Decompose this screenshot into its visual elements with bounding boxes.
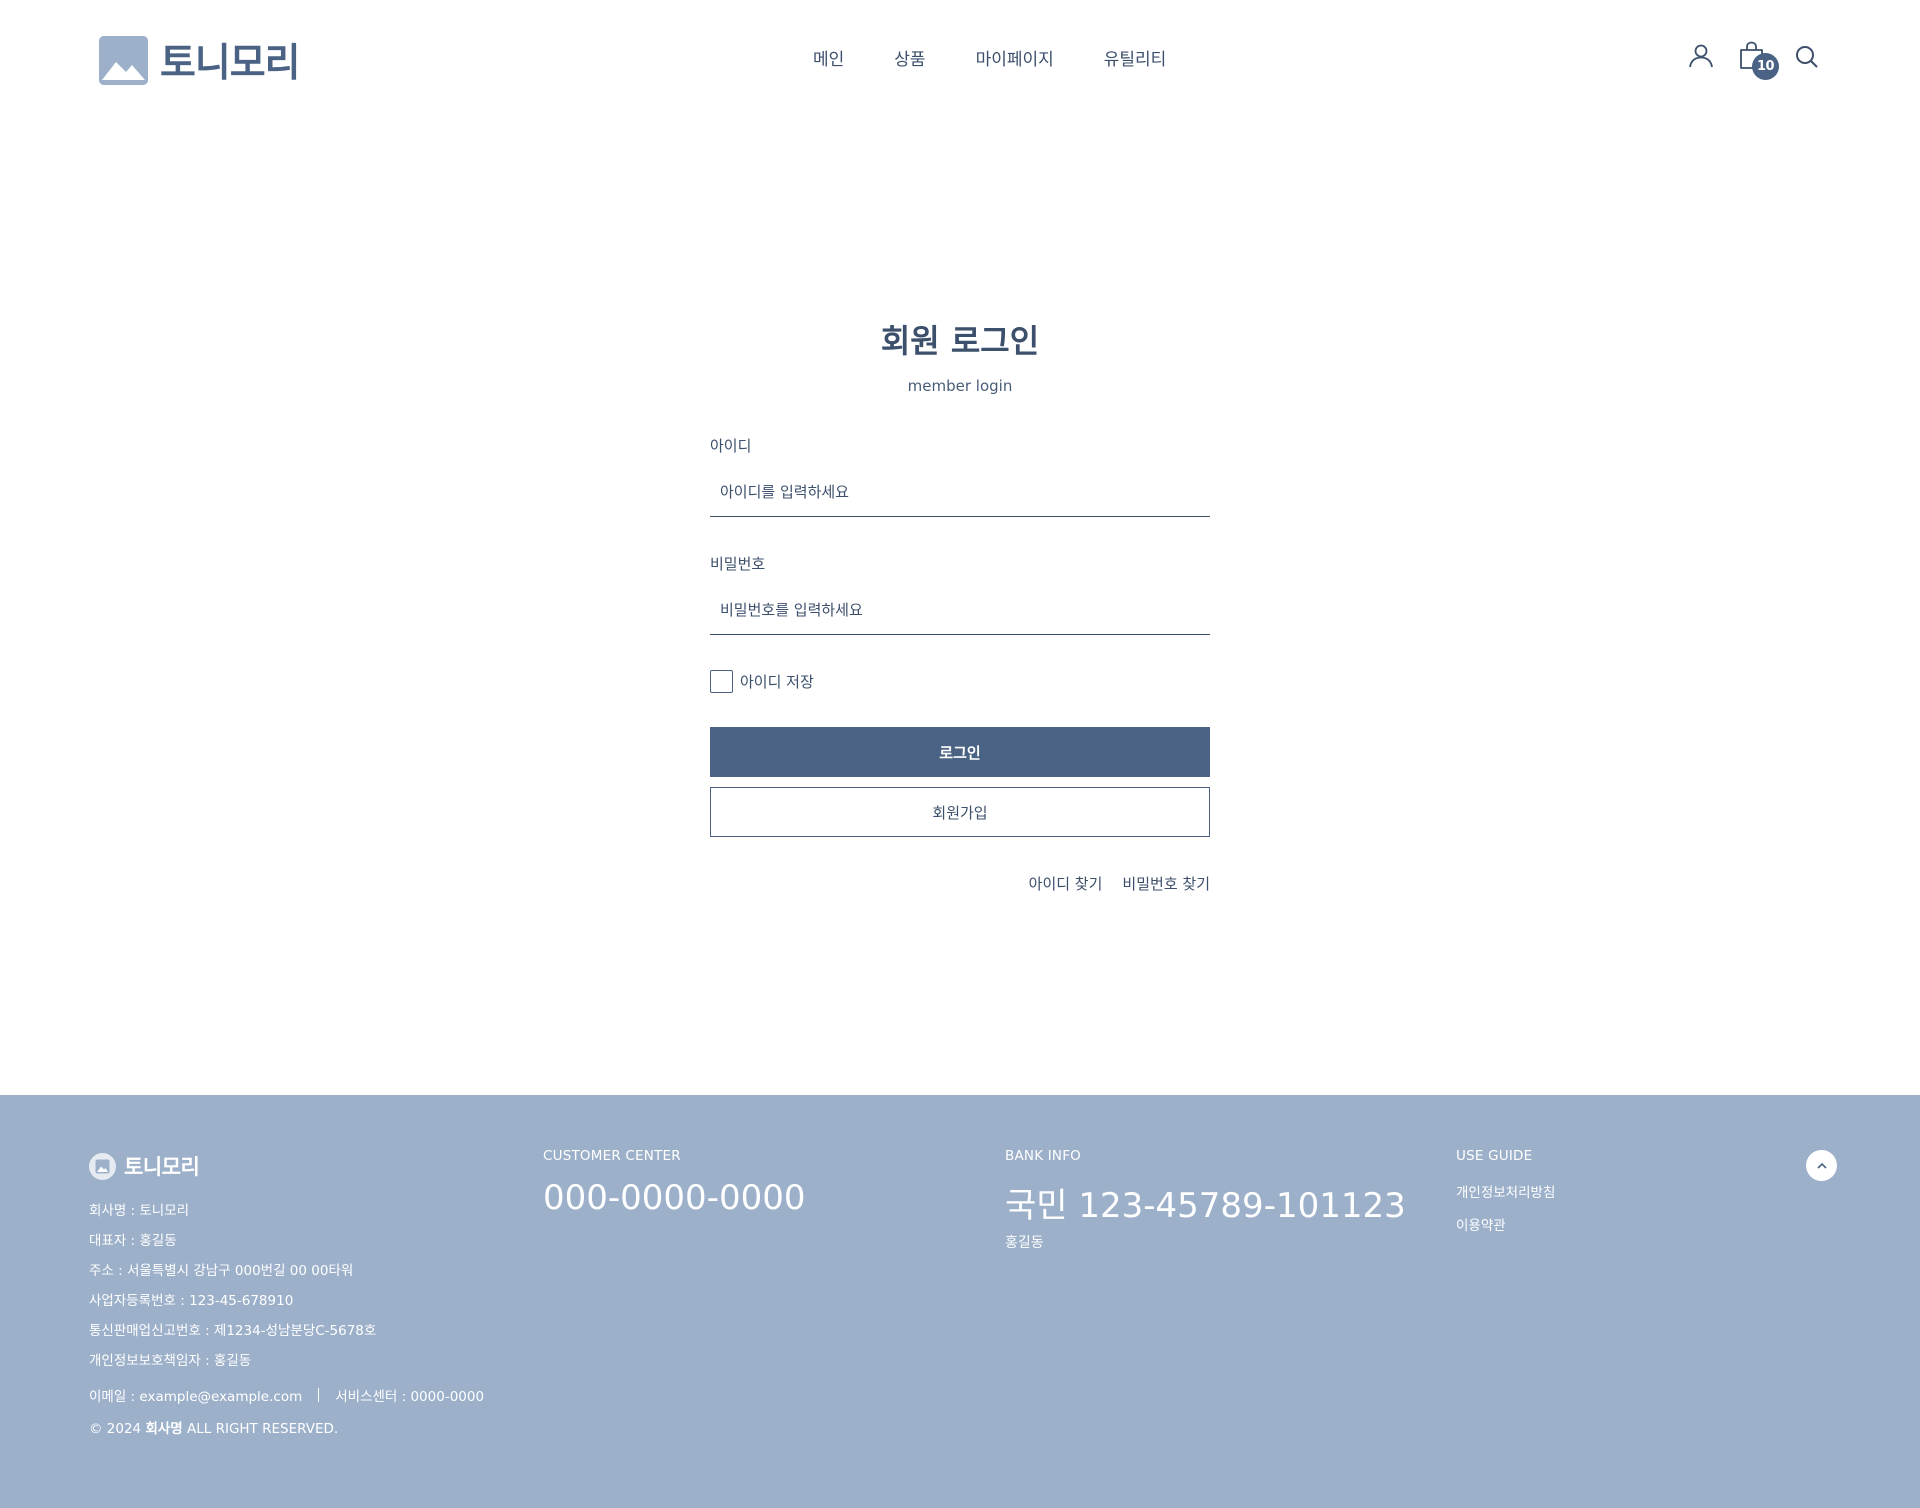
footer-service-center: 서비스센터 : 0000-0000	[335, 1389, 485, 1405]
scroll-top-button[interactable]	[1806, 1150, 1837, 1181]
password-input[interactable]	[710, 585, 1210, 635]
bank-info-title: BANK INFO	[1005, 1148, 1082, 1164]
logo-text: 토니모리	[160, 41, 301, 86]
terms-link[interactable]: 이용약관	[1456, 1214, 1506, 1234]
login-button[interactable]: 로그인	[710, 727, 1210, 777]
find-links: 아이디 찾기 비밀번호 찾기	[1009, 873, 1210, 894]
nav-item-utility[interactable]: 유틸리티	[1104, 45, 1167, 70]
main-nav: 메인 상품 마이페이지 유틸리티	[813, 45, 1166, 70]
logo-image-icon	[99, 35, 148, 85]
copyright-company: 회사명	[145, 1421, 183, 1437]
find-id-link[interactable]: 아이디 찾기	[1029, 873, 1103, 894]
bank-holder: 홍길동	[1005, 1235, 1044, 1251]
id-input[interactable]	[710, 467, 1210, 517]
customer-center-title: CUSTOMER CENTER	[543, 1148, 681, 1164]
footer-divider	[318, 1388, 320, 1402]
footer-logo[interactable]: 토니모리	[89, 1151, 200, 1181]
customer-center-phone: 000-0000-0000	[543, 1178, 806, 1218]
nav-item-mypage[interactable]: 마이페이지	[976, 45, 1054, 70]
footer-company: 회사명 : 토니모리	[89, 1203, 190, 1219]
site-logo[interactable]: 토니모리	[99, 32, 301, 88]
save-id-checkbox[interactable]	[710, 670, 733, 693]
id-label: 아이디	[710, 437, 752, 455]
search-icon[interactable]	[1794, 44, 1822, 72]
copyright-year: © 2024	[89, 1421, 142, 1437]
bank-account: 국민 123-45789-101123	[1005, 1186, 1406, 1226]
site-footer: 토니모리 회사명 : 토니모리 대표자 : 홍길동 주소 : 서울특별시 강남구…	[0, 1095, 1920, 1508]
footer-logo-icon	[89, 1152, 116, 1180]
page-subtitle: member login	[907, 377, 1013, 395]
footer-privacy-officer: 개인정보보호책임자 : 홍길동	[89, 1353, 252, 1369]
footer-copyright: © 2024 회사명 ALL RIGHT RESERVED.	[89, 1417, 338, 1437]
site-header: 토니모리 메인 상품 마이페이지 유틸리티 10	[0, 0, 1920, 116]
footer-contact: 이메일 : example@example.com 서비스센터 : 0000-0…	[89, 1385, 484, 1405]
use-guide-title: USE GUIDE	[1456, 1148, 1533, 1164]
nav-item-main[interactable]: 메인	[813, 45, 844, 70]
page-title: 회원 로그인	[880, 322, 1040, 360]
footer-ceo: 대표자 : 홍길동	[89, 1233, 177, 1249]
nav-item-products[interactable]: 상품	[894, 45, 925, 70]
user-icon[interactable]	[1687, 42, 1715, 70]
password-label: 비밀번호	[710, 555, 766, 573]
footer-biz-number: 사업자등록번호 : 123-45-678910	[89, 1293, 294, 1309]
footer-ecommerce-number: 통신판매업신고번호 : 제1234-성남분당C-5678호	[89, 1323, 377, 1339]
find-password-link[interactable]: 비밀번호 찾기	[1122, 873, 1210, 894]
join-button[interactable]: 회원가입	[710, 787, 1210, 837]
privacy-policy-link[interactable]: 개인정보처리방침	[1456, 1181, 1555, 1201]
copyright-text: ALL RIGHT RESERVED.	[187, 1421, 339, 1437]
save-id-label[interactable]: 아이디 저장	[740, 671, 814, 692]
footer-logo-text: 토니모리	[124, 1155, 200, 1179]
footer-email: 이메일 : example@example.com	[89, 1389, 303, 1405]
cart-count-badge: 10	[1752, 53, 1779, 80]
chevron-up-icon	[1816, 1162, 1827, 1169]
footer-address: 주소 : 서울특별시 강남구 000번길 00 00타워	[89, 1263, 354, 1279]
